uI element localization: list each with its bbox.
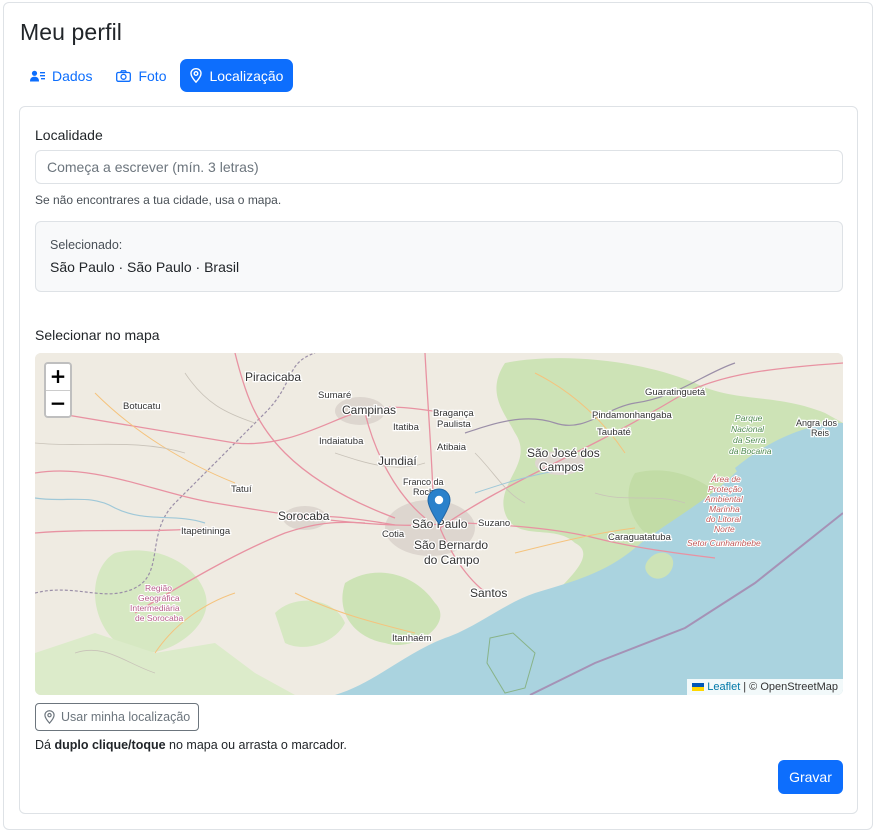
map-label-caraguatatuba: Caraguatatuba bbox=[608, 532, 672, 543]
map-label-botucatu: Botucatu bbox=[123, 401, 161, 412]
map-label-regiao-2: Geográfica bbox=[138, 593, 180, 603]
tab-foto-label: Foto bbox=[138, 67, 167, 84]
map-label-regiao-3: Intermediária bbox=[130, 603, 180, 613]
map-label-suzano: Suzano bbox=[478, 518, 510, 529]
user-list-icon bbox=[30, 70, 45, 81]
map-label-sumare: Sumaré bbox=[318, 390, 351, 401]
map-label-parque-2: Nacional bbox=[731, 424, 765, 434]
map-label-sjc-2: Campos bbox=[539, 460, 584, 474]
map-label-campinas: Campinas bbox=[342, 403, 396, 417]
map-label-angra-1: Angra dos bbox=[796, 418, 838, 428]
leaflet-link[interactable]: Leaflet bbox=[707, 681, 740, 693]
map-label-sbc-2: do Campo bbox=[424, 553, 480, 567]
map-label-jundiai: Jundiaí bbox=[378, 454, 417, 468]
map-label: Selecionar no mapa bbox=[35, 327, 160, 343]
map-label-area-7: Setor Cunhambebe bbox=[687, 538, 761, 548]
map-label-guaratingueta: Guaratinguetá bbox=[645, 387, 706, 398]
map-label-area-3: Ambiental bbox=[704, 494, 744, 504]
map-label-area-6: Norte bbox=[714, 524, 735, 534]
profile-tabs: Dados Foto Localização bbox=[20, 59, 294, 92]
map-label-sjc-1: São José dos bbox=[527, 446, 600, 460]
use-my-location-button[interactable]: Usar minha localização bbox=[35, 703, 200, 731]
location-help-text: Se não encontrares a tua cidade, usa o m… bbox=[35, 193, 282, 207]
location-map[interactable]: Piracicaba Sumaré Campinas Botucatu Brag… bbox=[35, 353, 843, 695]
location-search-input[interactable] bbox=[35, 150, 843, 184]
map-label-itapetininga: Itapetininga bbox=[181, 526, 231, 537]
map-label-taubate: Taubaté bbox=[597, 427, 631, 438]
profile-card: Meu perfil Dados Foto Localização Locali… bbox=[3, 2, 873, 830]
selected-location-box: Selecionado: São Paulo · São Paulo · Bra… bbox=[35, 221, 843, 292]
tab-foto[interactable]: Foto bbox=[106, 59, 176, 92]
map-label-franco-1: Franco da bbox=[403, 477, 444, 487]
map-attribution: Leaflet | © OpenStreetMap bbox=[687, 679, 843, 695]
page-title: Meu perfil bbox=[20, 19, 122, 45]
hint-bold: duplo clique/toque bbox=[54, 738, 166, 752]
map-label-area-1: Área de bbox=[710, 474, 741, 484]
map-label-area-2: Proteção bbox=[708, 484, 742, 494]
map-pin-icon bbox=[44, 710, 55, 724]
hint-suffix: no mapa ou arrasta o marcador. bbox=[165, 738, 347, 752]
map-label-regiao-4: de Sorocaba bbox=[135, 613, 183, 623]
zoom-in-button[interactable]: + bbox=[46, 364, 70, 390]
hint-prefix: Dá bbox=[35, 738, 55, 752]
map-label-area-4: Marinha bbox=[709, 504, 740, 514]
tab-dados[interactable]: Dados bbox=[20, 59, 102, 92]
location-marker-icon[interactable] bbox=[427, 488, 451, 525]
tab-localizacao-label: Localização bbox=[209, 67, 284, 84]
map-label-parque-3: da Serra bbox=[733, 435, 766, 445]
map-label-paulista: Paulista bbox=[437, 419, 472, 430]
map-label-parque-1: Parque bbox=[735, 413, 763, 423]
location-panel: Localidade Se não encontrares a tua cida… bbox=[19, 106, 858, 814]
map-label-sbc-1: São Bernardo bbox=[414, 538, 488, 552]
map-label-regiao-1: Região bbox=[145, 583, 172, 593]
selected-location-value: São Paulo · São Paulo · Brasil bbox=[50, 259, 240, 275]
osm-attribution: | © OpenStreetMap bbox=[743, 681, 838, 693]
save-button[interactable]: Gravar bbox=[778, 760, 843, 794]
map-label-area-5: do Litoral bbox=[706, 514, 742, 524]
map-label-angra-2: Reis bbox=[811, 428, 830, 438]
camera-icon bbox=[116, 69, 132, 82]
map-label-indaiatuba: Indaiatuba bbox=[319, 436, 364, 447]
map-label-tatui: Tatuí bbox=[231, 484, 252, 495]
map-label-cotia: Cotia bbox=[382, 529, 405, 540]
use-my-location-label: Usar minha localização bbox=[61, 710, 191, 724]
map-label-piracicaba: Piracicaba bbox=[245, 370, 301, 384]
tab-dados-label: Dados bbox=[52, 67, 93, 84]
map-label-braganca: Bragança bbox=[433, 408, 474, 419]
zoom-out-button[interactable]: − bbox=[46, 390, 70, 416]
map-hint-text: Dá duplo clique/toque no mapa ou arrasta… bbox=[35, 738, 347, 752]
map-label-itanhaem: Itanhaém bbox=[392, 633, 432, 644]
map-label-sorocaba: Sorocaba bbox=[278, 509, 330, 523]
tab-localizacao[interactable]: Localização bbox=[180, 59, 294, 92]
map-label-itatiba: Itatiba bbox=[393, 422, 420, 433]
map-label-santos: Santos bbox=[470, 586, 507, 600]
ukraine-flag-icon bbox=[692, 683, 705, 691]
map-label-atibaia: Atibaia bbox=[437, 442, 467, 453]
map-pin-icon bbox=[190, 68, 203, 83]
location-label: Localidade bbox=[35, 127, 103, 143]
selected-caption: Selecionado: bbox=[50, 238, 123, 252]
map-label-pindamonhangaba: Pindamonhangaba bbox=[592, 410, 672, 421]
map-label-parque-4: da Bocaina bbox=[729, 446, 772, 456]
map-zoom-control: + − bbox=[44, 362, 72, 418]
